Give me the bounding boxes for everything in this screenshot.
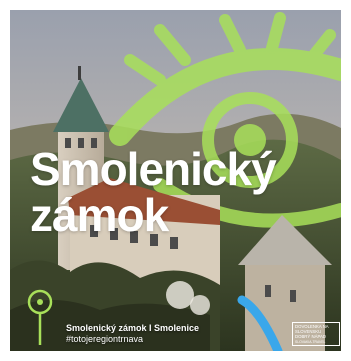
poster: Smolenický zámok Smolenický zámok I Smol… (10, 10, 341, 351)
headline: Smolenický zámok (30, 143, 277, 241)
brand-tagline: slovakia.travel (295, 340, 326, 344)
hashtag: #totojeregiontrnava (66, 334, 144, 344)
place-label: Smolenický zámok I Smolenice (66, 323, 200, 333)
headline-line2: zámok (30, 189, 169, 241)
headline-line1: Smolenický (30, 143, 277, 195)
caption: Smolenický zámok I Smolenice #totojeregi… (66, 323, 199, 345)
brand-logo: Dovolenka na Slovensku Dobrý nápad slova… (292, 322, 340, 346)
brand-line-3: Dobrý nápad (295, 334, 326, 339)
